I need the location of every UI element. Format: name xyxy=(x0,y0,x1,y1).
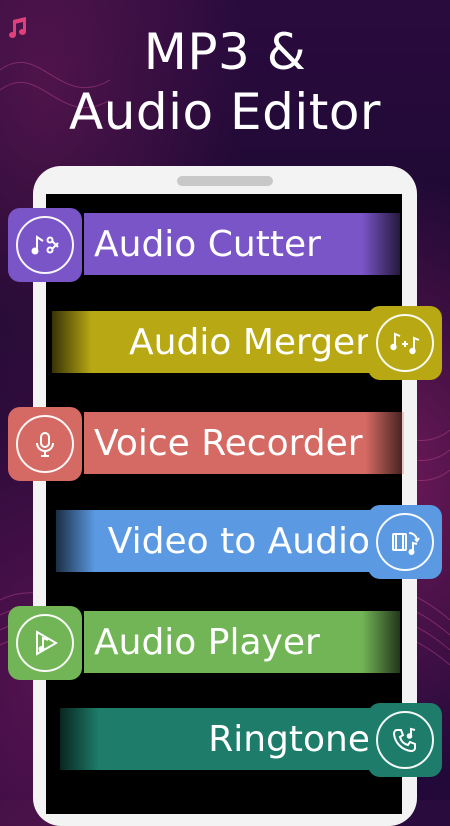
ringtone-button[interactable]: Ringtone xyxy=(60,708,382,770)
video-convert-icon xyxy=(392,532,420,555)
audio-cutter-label: Audio Cutter xyxy=(94,223,321,265)
audio-cutter-tile[interactable] xyxy=(8,208,82,282)
ringtone-label: Ringtone xyxy=(208,718,370,760)
audio-merger-button[interactable]: Audio Merger xyxy=(52,311,382,373)
audio-player-tile[interactable] xyxy=(8,606,82,680)
voice-recorder-button[interactable]: Voice Recorder xyxy=(84,412,404,474)
audio-player-label: Audio Player xyxy=(94,621,320,663)
headline-line2: Audio Editor xyxy=(69,83,381,141)
video-to-audio-button[interactable]: Video to Audio xyxy=(56,510,382,572)
phone-music-icon xyxy=(392,727,416,753)
play-note-icon xyxy=(36,630,58,656)
ringtone-tile[interactable] xyxy=(368,703,442,777)
audio-player-button[interactable]: Audio Player xyxy=(84,611,400,673)
voice-recorder-tile[interactable] xyxy=(8,407,82,481)
audio-merger-label: Audio Merger xyxy=(129,321,370,363)
voice-recorder-label: Voice Recorder xyxy=(94,422,363,464)
microphone-icon xyxy=(36,432,54,457)
audio-merger-tile[interactable] xyxy=(368,306,442,380)
audio-cutter-button[interactable]: Audio Cutter xyxy=(84,213,400,275)
headline: MP3 & Audio Editor xyxy=(0,22,450,142)
music-scissors-icon xyxy=(31,235,59,255)
music-plus-icon xyxy=(390,332,420,355)
video-to-audio-label: Video to Audio xyxy=(107,520,370,562)
headline-line1: MP3 & xyxy=(143,23,307,81)
video-to-audio-tile[interactable] xyxy=(368,505,442,579)
phone-speaker xyxy=(177,176,273,186)
